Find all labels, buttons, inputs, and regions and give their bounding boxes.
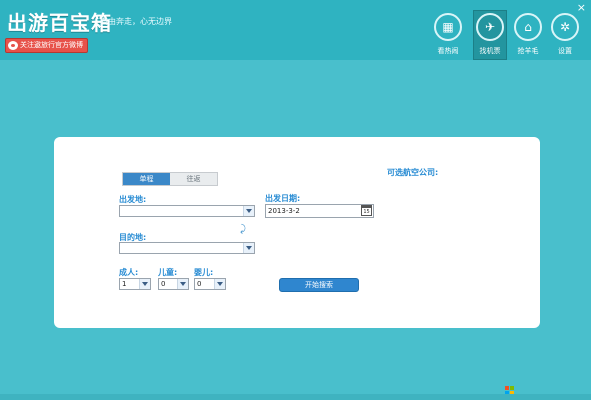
chevron-down-icon — [243, 206, 254, 216]
children-label: 儿童: — [158, 268, 178, 277]
date-label: 出发日期: — [265, 194, 301, 203]
departure-label: 出发地: — [119, 195, 147, 204]
tab-one-way[interactable]: 单程 — [123, 173, 170, 185]
calendar-icon: ▦ — [434, 13, 462, 41]
children-select[interactable]: 0 — [158, 278, 189, 290]
date-field[interactable]: 2013-3-2 15 — [265, 204, 374, 218]
adults-label: 成人: — [119, 268, 139, 277]
departure-select[interactable] — [119, 205, 255, 217]
tab-round-trip[interactable]: 往返 — [170, 173, 217, 185]
tag-icon: ⌂ — [514, 13, 542, 41]
app-window: 出游百宝箱 自由奔走，心无边界 关注遨旅行官方微博 ▦ 看热闹 ✈ 找机票 ⌂ … — [0, 0, 591, 400]
slogan: 自由奔走，心无边界 — [100, 17, 172, 26]
airline-label: 可选航空公司: — [387, 168, 439, 177]
adults-value: 1 — [122, 280, 127, 288]
search-button[interactable]: 开始搜索 — [279, 278, 359, 292]
chevron-down-icon — [243, 243, 254, 253]
header-bar: 出游百宝箱 自由奔走，心无边界 关注遨旅行官方微博 ▦ 看热闹 ✈ 找机票 ⌂ … — [0, 0, 591, 60]
infants-label: 婴儿: — [194, 268, 214, 277]
nav-item-flights[interactable]: ✈ 找机票 — [473, 10, 507, 60]
trip-type-tabs: 单程 往返 — [122, 172, 218, 186]
infants-select[interactable]: 0 — [194, 278, 226, 290]
weibo-icon — [8, 41, 18, 50]
nav-label-hot: 看热闹 — [437, 47, 459, 55]
plane-icon: ✈ — [476, 13, 504, 41]
nav-item-settings[interactable]: ✲ 设置 — [549, 11, 581, 59]
follow-weibo-button[interactable]: 关注遨旅行官方微博 — [5, 38, 88, 53]
nav-label-deals: 抢羊毛 — [517, 47, 539, 55]
nav-item-deals[interactable]: ⌂ 抢羊毛 — [512, 11, 544, 59]
chevron-down-icon — [139, 279, 150, 289]
gear-icon: ✲ — [551, 13, 579, 41]
window-bottom-edge — [0, 394, 591, 400]
date-value: 2013-3-2 — [268, 207, 300, 215]
children-value: 0 — [161, 280, 166, 288]
follow-weibo-label: 关注遨旅行官方微博 — [20, 41, 83, 49]
chevron-down-icon — [177, 279, 188, 289]
nav-item-hot[interactable]: ▦ 看热闹 — [432, 11, 464, 59]
nav-label-settings: 设置 — [558, 47, 572, 55]
destination-select[interactable] — [119, 242, 255, 254]
infants-value: 0 — [197, 280, 202, 288]
swap-icon[interactable]: ⤸ — [240, 224, 246, 235]
close-icon[interactable]: × — [577, 1, 586, 14]
nav-label-flights: 找机票 — [479, 47, 501, 55]
adults-select[interactable]: 1 — [119, 278, 151, 290]
calendar-picker-icon[interactable]: 15 — [361, 205, 372, 216]
app-logo: 出游百宝箱 — [7, 11, 112, 35]
chevron-down-icon — [214, 279, 225, 289]
flight-search-panel: 单程 往返 可选航空公司: 出发地: 出发日期: 2013-3-2 15 ⤸ 目… — [54, 137, 540, 328]
